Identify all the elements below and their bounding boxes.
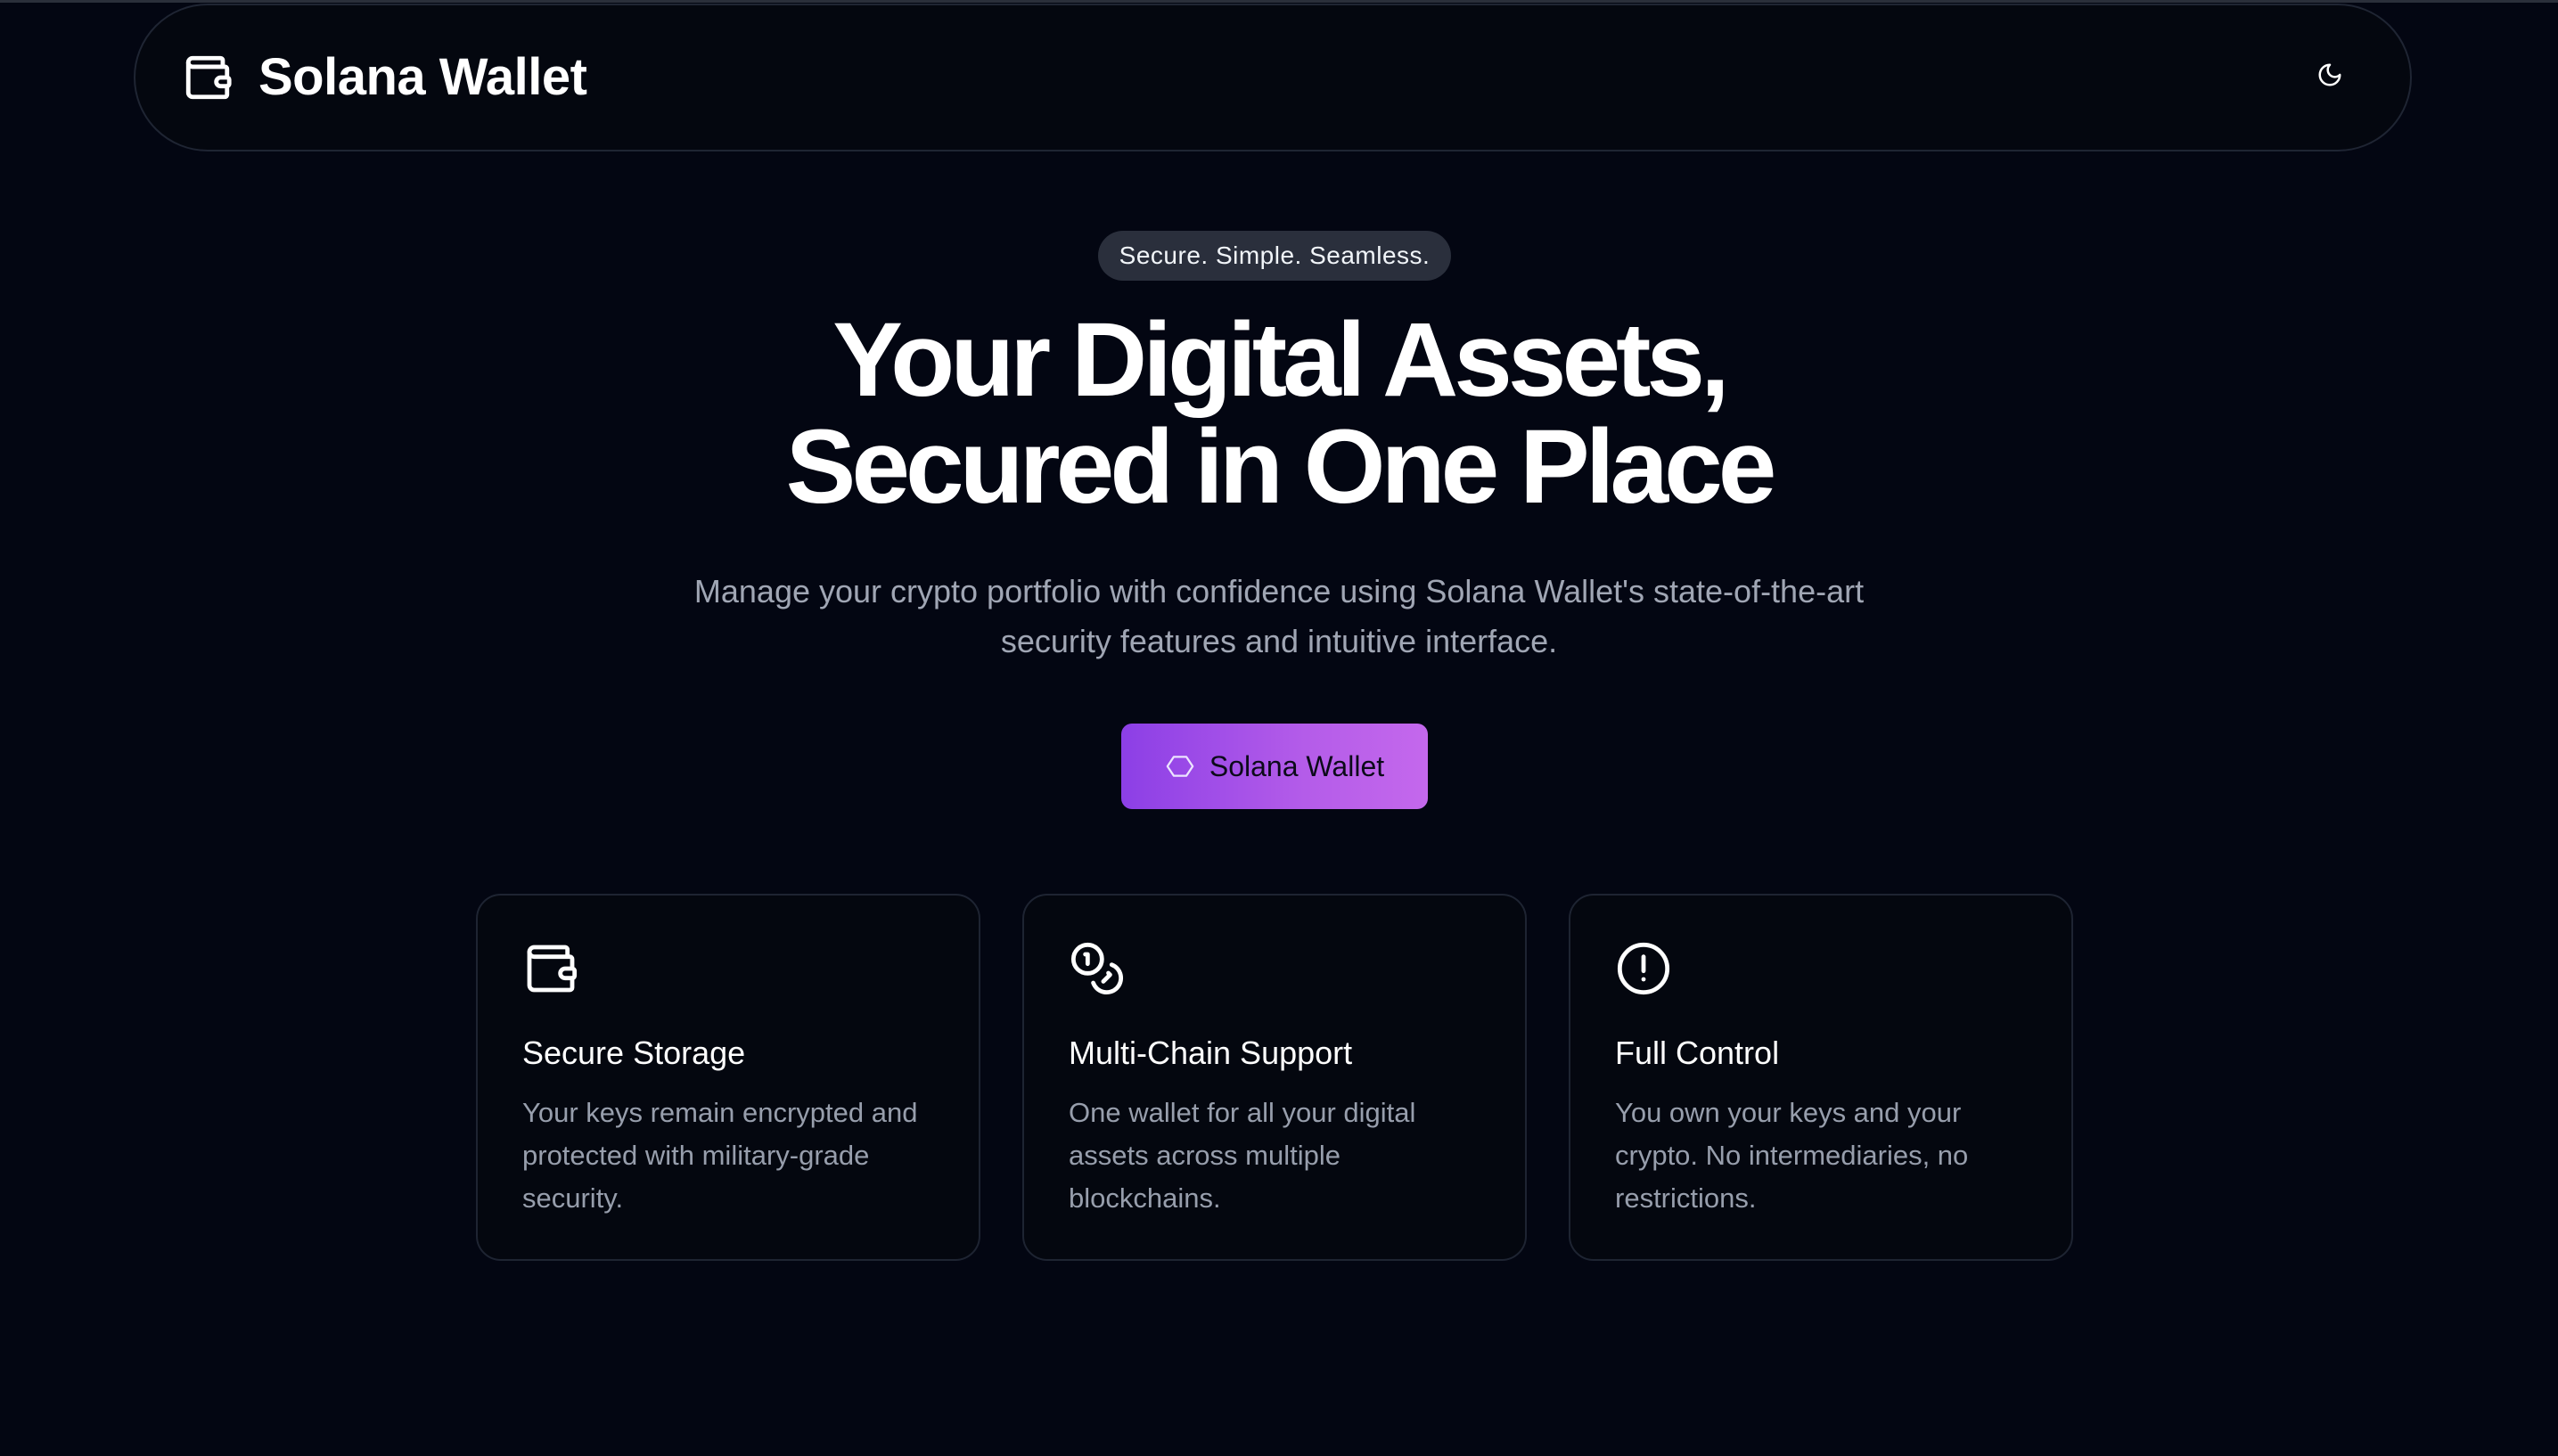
tagline-badge: Secure. Simple. Seamless. — [1098, 231, 1451, 281]
theme-toggle-button[interactable] — [2312, 59, 2348, 94]
moon-icon — [2316, 61, 2343, 93]
feature-title: Full Control — [1615, 1035, 1780, 1071]
feature-title: Secure Storage — [522, 1035, 746, 1071]
feature-description: Your keys remain encrypted and protected… — [522, 1097, 918, 1214]
feature-card-secure-storage: Secure Storage Your keys remain encrypte… — [476, 894, 980, 1261]
feature-description: You own your keys and your crypto. No in… — [1615, 1097, 1969, 1214]
hero-subtitle: Manage your crypto portfolio with confid… — [693, 573, 1865, 659]
feature-card-multi-chain: Multi-Chain Support One wallet for all y… — [1022, 894, 1527, 1261]
brand[interactable]: Solana Wallet — [182, 46, 587, 109]
feature-title: Multi-Chain Support — [1069, 1035, 1353, 1071]
hero-title-line-2: Secured in One Place — [785, 408, 1777, 526]
hero-title: Your Digital Assets, Secured in One Plac… — [0, 307, 2558, 520]
feature-card-full-control: Full Control You own your keys and your … — [1569, 894, 2073, 1261]
top-divider — [0, 0, 2558, 3]
navbar: Solana Wallet — [134, 4, 2412, 151]
solana-wallet-button[interactable]: Solana Wallet — [1121, 724, 1428, 809]
hero-title-line-1: Your Digital Assets, — [832, 301, 1730, 419]
wallet-icon — [522, 940, 579, 997]
solana-wallet-button-label: Solana Wallet — [1209, 749, 1385, 782]
wallet-icon — [182, 52, 234, 103]
coins-icon — [1069, 940, 1126, 997]
brand-title: Solana Wallet — [258, 48, 587, 106]
alert-circle-icon — [1615, 940, 1672, 997]
feature-description: One wallet for all your digital assets a… — [1069, 1097, 1416, 1214]
hexagon-icon — [1165, 751, 1195, 781]
